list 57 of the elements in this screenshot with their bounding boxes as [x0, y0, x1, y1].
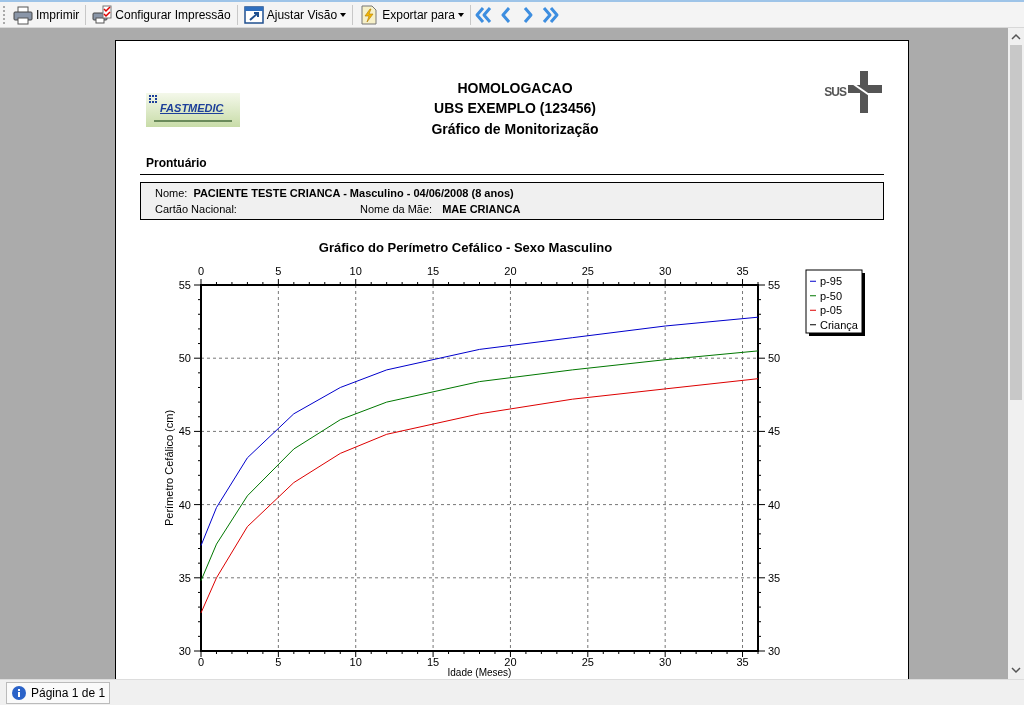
legend-label: p-50	[820, 289, 843, 302]
report-title: Gráfico de Monitorização	[431, 120, 599, 140]
axis-tick-label: 0	[197, 656, 205, 668]
chart-title: Gráfico do Perímetro Cefálico - Sexo Masculino	[318, 240, 613, 255]
axis-tick-label: 35	[736, 656, 749, 668]
printer-checklist-icon	[92, 4, 113, 25]
report-title: HOMOLOGACAO	[457, 79, 573, 98]
axis-tick-label: 40	[768, 498, 781, 511]
axis-tick-label: 20	[504, 656, 517, 668]
axis-tick-label: 55	[178, 279, 191, 291]
axis-tick-label: 35	[178, 571, 191, 584]
axis-tick-label: 25	[581, 265, 594, 277]
double-chevron-left-icon	[473, 4, 494, 25]
axis-tick-label: 15	[426, 656, 440, 668]
toolbar-button[interactable]: Ajustar Visão	[239, 2, 351, 27]
legend-label: p-05	[820, 304, 843, 317]
axis-tick-label: 50	[178, 352, 191, 365]
field-label: Nome da Mãe:	[360, 202, 433, 217]
toolbar-button[interactable]: Exportar para	[355, 2, 468, 27]
printer-icon	[13, 4, 33, 25]
axis-tick-label: 30	[659, 265, 672, 277]
axis-title: Perímetro Cefálico (cm)	[163, 409, 175, 527]
vertical-scrollbar[interactable]	[1008, 28, 1024, 679]
axis-tick-label: 50	[768, 352, 781, 365]
axis-tick-label: 20	[504, 265, 517, 277]
health-system-logo: SUS	[824, 69, 884, 115]
field-label: Cartão Nacional:	[155, 202, 238, 217]
axis-tick-label: 30	[768, 645, 781, 657]
axis-tick-label: 45	[178, 425, 191, 438]
document-lightning-icon	[359, 4, 380, 25]
axis-title: Idade (Meses)	[447, 667, 512, 678]
field-label: Nome:	[155, 186, 188, 201]
axis-tick-label: 55	[768, 279, 781, 291]
info-icon	[11, 684, 27, 701]
legend-label: Criança	[820, 318, 858, 331]
axis-tick-label: 10	[349, 265, 362, 277]
clinic-logo: FASTMEDIC	[146, 93, 240, 127]
section-heading: Prontuário	[146, 155, 208, 172]
axis-tick-label: 15	[426, 265, 440, 277]
axis-tick-label: 5	[275, 656, 282, 668]
legend-label: p-95	[820, 275, 843, 288]
page-indicator: Página 1 de 1	[6, 681, 111, 704]
axis-tick-label: 10	[349, 656, 362, 668]
axis-tick-label: 30	[178, 645, 191, 657]
field-value: PACIENTE TESTE CRIANCA - Masculino - 04/06/2008 (8 anos)	[193, 186, 514, 201]
axis-tick-label: 35	[736, 265, 749, 277]
toolbar-button[interactable]: Imprimir	[9, 2, 84, 27]
axis-tick-label: 35	[768, 571, 781, 584]
axis-tick-label: 30	[659, 656, 672, 668]
toolbar-button[interactable]: Configurar Impressão	[88, 2, 235, 27]
axis-tick-label: 45	[768, 425, 781, 438]
axis-tick-label: 0	[197, 265, 205, 277]
field-value: MAE CRIANCA	[442, 202, 521, 217]
axis-tick-label: 40	[178, 498, 191, 511]
axis-tick-label: 25	[581, 656, 594, 668]
axis-tick-label: 5	[275, 265, 282, 277]
report-title: UBS EXEMPLO (123456)	[434, 98, 596, 118]
